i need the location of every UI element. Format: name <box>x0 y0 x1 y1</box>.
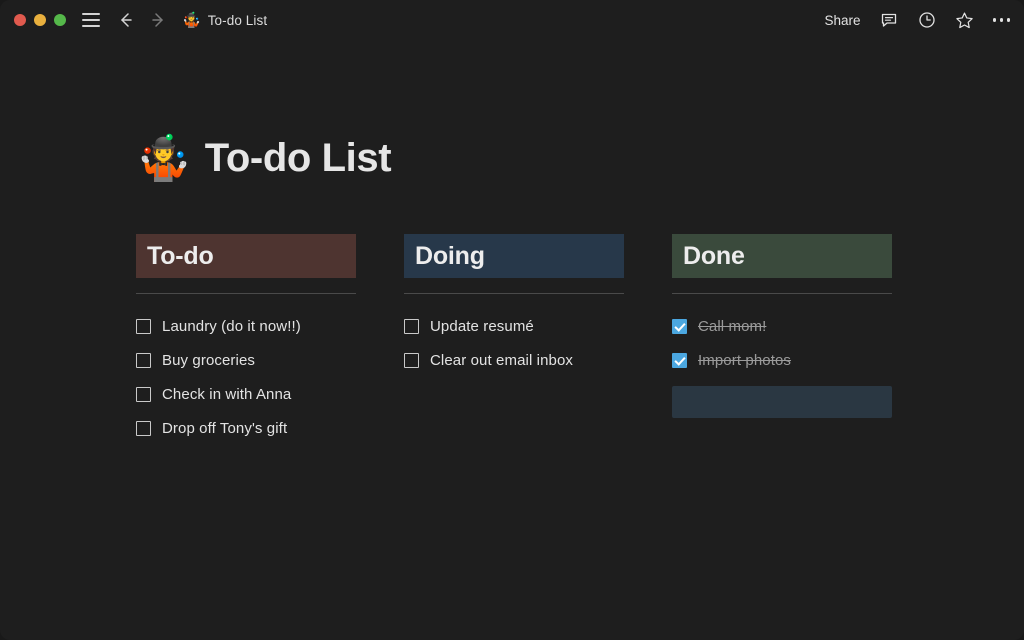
column-divider <box>136 293 356 294</box>
list-item[interactable]: Update resumé <box>404 309 624 343</box>
list-item-label: Buy groceries <box>162 352 255 369</box>
star-icon[interactable] <box>955 10 975 30</box>
clock-icon[interactable] <box>917 10 937 30</box>
column-divider <box>672 293 892 294</box>
minimize-window-button[interactable] <box>34 14 46 26</box>
share-button[interactable]: Share <box>824 13 860 28</box>
more-dot <box>993 18 997 22</box>
list-item-label: Laundry (do it now!!) <box>162 318 301 335</box>
hamburger-line <box>82 25 100 27</box>
checkbox[interactable] <box>136 319 151 334</box>
checkbox-checked[interactable] <box>672 353 687 368</box>
list-item[interactable]: Call mom! <box>672 309 892 343</box>
navigation-controls <box>116 10 168 30</box>
list-item-label: Check in with Anna <box>162 386 291 403</box>
page-title-row: 🤹 To-do List <box>136 136 1024 181</box>
breadcrumb-label: To-do List <box>208 13 268 28</box>
list-item-label: Call mom! <box>698 318 766 335</box>
column-items-todo: Laundry (do it now!!) Buy groceries Chec… <box>136 309 356 445</box>
board-column-done: Done Call mom! Import photos <box>672 234 892 445</box>
list-item-label: Clear out email inbox <box>430 352 573 369</box>
hamburger-line <box>82 19 100 21</box>
column-items-doing: Update resumé Clear out email inbox <box>404 309 624 377</box>
list-item-label: Drop off Tony's gift <box>162 420 287 437</box>
page-emoji-icon: 🤹 <box>136 137 191 181</box>
comment-icon[interactable] <box>879 10 899 30</box>
board-column-doing: Doing Update resumé Clear out email inbo… <box>404 234 624 445</box>
arrow-right-icon[interactable] <box>148 10 168 30</box>
list-item[interactable]: Import photos <box>672 343 892 377</box>
hamburger-icon[interactable] <box>82 13 100 27</box>
hamburger-line <box>82 13 100 15</box>
list-item[interactable]: Drop off Tony's gift <box>136 411 356 445</box>
checkbox-checked[interactable] <box>672 319 687 334</box>
checkbox[interactable] <box>136 387 151 402</box>
list-item[interactable]: Laundry (do it now!!) <box>136 309 356 343</box>
more-dot <box>1000 18 1004 22</box>
more-dot <box>1007 18 1011 22</box>
window-controls <box>14 14 66 26</box>
page-content: 🤹 To-do List To-do Laundry (do it now!!)… <box>0 136 1024 445</box>
kanban-board: To-do Laundry (do it now!!) Buy grocerie… <box>136 234 1024 445</box>
breadcrumb-emoji-icon: 🤹 <box>182 13 201 28</box>
selected-empty-block[interactable] <box>672 386 892 418</box>
list-item-label: Update resumé <box>430 318 534 335</box>
list-item[interactable]: Check in with Anna <box>136 377 356 411</box>
close-window-button[interactable] <box>14 14 26 26</box>
column-header-done[interactable]: Done <box>672 234 892 278</box>
app-window: 🤹 To-do List Share <box>0 0 1024 640</box>
checkbox[interactable] <box>136 421 151 436</box>
maximize-window-button[interactable] <box>54 14 66 26</box>
arrow-left-icon[interactable] <box>116 10 136 30</box>
page-title: To-do List <box>205 136 391 181</box>
list-item[interactable]: Buy groceries <box>136 343 356 377</box>
title-bar: 🤹 To-do List Share <box>0 0 1024 40</box>
column-header-doing[interactable]: Doing <box>404 234 624 278</box>
list-item-label: Import photos <box>698 352 791 369</box>
column-header-todo[interactable]: To-do <box>136 234 356 278</box>
column-items-done: Call mom! Import photos <box>672 309 892 418</box>
breadcrumb[interactable]: 🤹 To-do List <box>182 13 267 28</box>
column-divider <box>404 293 624 294</box>
checkbox[interactable] <box>404 319 419 334</box>
titlebar-actions: Share <box>824 10 1010 30</box>
list-item[interactable]: Clear out email inbox <box>404 343 624 377</box>
board-column-todo: To-do Laundry (do it now!!) Buy grocerie… <box>136 234 356 445</box>
more-options-icon[interactable] <box>993 18 1011 22</box>
checkbox[interactable] <box>136 353 151 368</box>
checkbox[interactable] <box>404 353 419 368</box>
